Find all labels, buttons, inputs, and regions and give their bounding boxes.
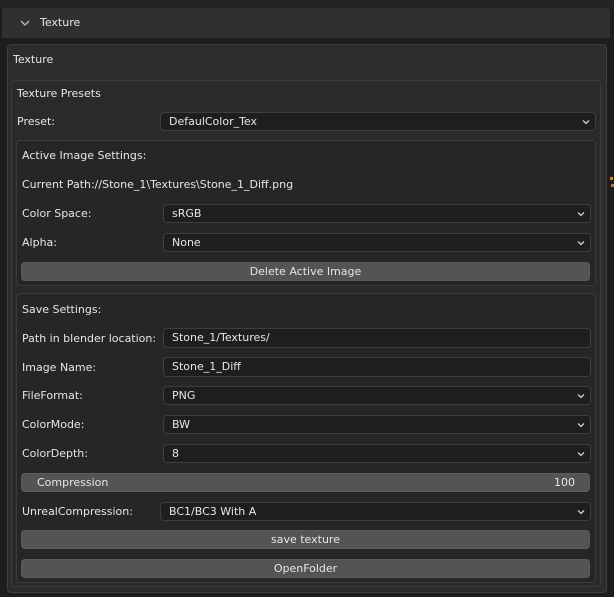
- path-input[interactable]: Stone_1/Textures/: [163, 328, 591, 348]
- presets-title: Texture Presets: [17, 87, 101, 100]
- path-label: Path in blender location:: [22, 332, 157, 345]
- preset-value: DefaulColor_Tex: [169, 115, 258, 128]
- file-format-label: FileFormat:: [22, 389, 83, 402]
- image-name-label: Image Name:: [22, 361, 97, 374]
- color-mode-label: ColorMode:: [22, 418, 85, 431]
- color-depth-dropdown[interactable]: 8: [163, 444, 591, 463]
- color-depth-label: ColorDepth:: [22, 447, 88, 460]
- texture-properties-root: Texture Texture Texture Presets Preset: …: [0, 0, 614, 597]
- color-depth-value: 8: [172, 447, 179, 460]
- chevron-down-icon: [582, 120, 590, 125]
- active-settings-title: Active Image Settings:: [22, 149, 147, 162]
- unreal-compression-dropdown[interactable]: BC1/BC3 With A: [160, 502, 591, 521]
- image-name-value: Stone_1_Diff: [172, 360, 241, 373]
- preset-label: Preset:: [17, 115, 56, 128]
- top-strip: [0, 0, 614, 8]
- header-title: Texture: [40, 16, 81, 29]
- color-space-label: Color Space:: [22, 207, 92, 220]
- texture-panel-header[interactable]: Texture: [2, 8, 610, 38]
- unreal-compression-value: BC1/BC3 With A: [169, 505, 257, 518]
- chevron-down-icon: [577, 452, 585, 457]
- save-texture-button[interactable]: save texture: [21, 530, 590, 549]
- panel-title: Texture: [13, 53, 54, 66]
- chevron-down-icon: [577, 212, 585, 217]
- color-space-dropdown[interactable]: sRGB: [163, 204, 591, 223]
- viewport-edge-decoration: [610, 177, 614, 187]
- color-space-value: sRGB: [172, 207, 202, 220]
- unreal-compression-label: UnrealCompression:: [22, 505, 133, 518]
- alpha-label: Alpha:: [22, 236, 57, 249]
- compression-slider[interactable]: Compression 100: [21, 473, 590, 492]
- chevron-down-icon: [577, 510, 585, 515]
- chevron-down-icon: [577, 241, 585, 246]
- chevron-down-icon: [577, 394, 585, 399]
- color-mode-value: BW: [172, 418, 191, 431]
- save-settings-title: Save Settings:: [22, 303, 102, 316]
- file-format-dropdown[interactable]: PNG: [163, 386, 591, 405]
- delete-active-image-button[interactable]: Delete Active Image: [21, 262, 590, 281]
- compression-label: Compression: [37, 476, 109, 489]
- compression-value: 100: [554, 476, 575, 489]
- chevron-down-icon[interactable]: [19, 17, 31, 29]
- chevron-down-icon: [577, 423, 585, 428]
- image-name-input[interactable]: Stone_1_Diff: [163, 357, 591, 377]
- preset-dropdown[interactable]: DefaulColor_Tex: [160, 112, 596, 131]
- open-folder-button[interactable]: OpenFolder: [21, 559, 590, 578]
- file-format-value: PNG: [172, 389, 196, 402]
- alpha-dropdown[interactable]: None: [163, 233, 591, 252]
- path-value: Stone_1/Textures/: [172, 331, 270, 344]
- alpha-value: None: [172, 236, 201, 249]
- current-path-text: Current Path://Stone_1\Textures\Stone_1_…: [22, 178, 294, 191]
- color-mode-dropdown[interactable]: BW: [163, 415, 591, 434]
